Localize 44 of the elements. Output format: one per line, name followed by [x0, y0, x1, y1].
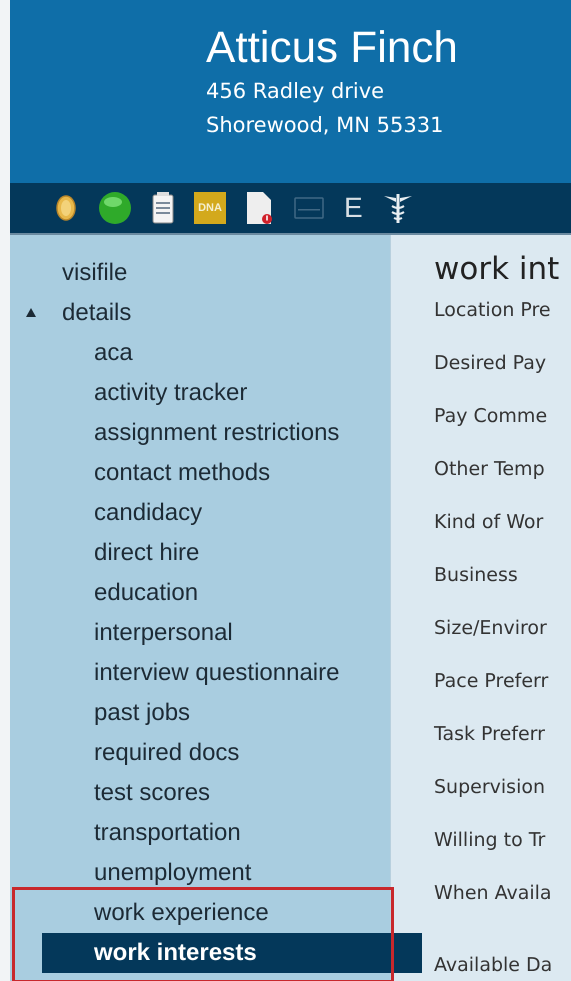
sidebar-item[interactable]: test scores: [10, 773, 390, 813]
field-label: Task Preferr: [434, 722, 546, 747]
caduceus-icon[interactable]: [382, 192, 413, 224]
sidebar-item[interactable]: assignment restrictions: [10, 413, 390, 453]
sidebar-item[interactable]: details: [10, 293, 390, 333]
letter-icon[interactable]: E: [344, 193, 363, 223]
expand-triangle-icon[interactable]: [26, 308, 36, 317]
field-label: Available Da: [434, 953, 554, 978]
field-label: Pace Preferr: [434, 669, 550, 694]
sidebar-item[interactable]: work interests: [42, 933, 422, 973]
field-label: Kind of Wor: [434, 510, 544, 535]
sidebar-item[interactable]: work experience: [10, 893, 390, 933]
sidebar-item[interactable]: contact methods: [10, 453, 390, 493]
field-label: Desired Pay: [434, 351, 548, 376]
sidebar-item[interactable]: past jobs: [10, 693, 390, 733]
sidebar-item[interactable]: required docs: [10, 733, 390, 773]
sidebar-item[interactable]: interview questionnaire: [10, 653, 390, 693]
sidebar-item[interactable]: activity tracker: [10, 373, 390, 413]
sidebar-item[interactable]: unemployment: [10, 853, 390, 893]
item-label: details: [62, 299, 132, 327]
coin-icon[interactable]: [56, 194, 78, 222]
field-label: Business: [434, 563, 519, 588]
field-label: Supervision: [434, 775, 546, 800]
field-label: When Availa: [434, 881, 553, 906]
field-label: Other Temp: [434, 457, 546, 482]
notepad-icon[interactable]: [152, 192, 174, 224]
item-label: visifile: [62, 259, 128, 287]
sidebar-item[interactable]: visifile: [10, 253, 390, 293]
contact-name: Atticus Finch: [206, 22, 459, 74]
sidebar-item[interactable]: transportation: [10, 813, 390, 853]
address-line: 456 Radley drive: [206, 78, 386, 105]
section-title: work int: [434, 250, 560, 289]
field-label: Willing to Tr: [434, 828, 546, 853]
sidebar-item[interactable]: education: [10, 573, 390, 613]
sidebar-item[interactable]: aca: [10, 333, 390, 373]
address-line: Shorewood, MN 55331: [206, 112, 444, 139]
status-light-icon[interactable]: [98, 191, 132, 225]
field-label: Pay Comme: [434, 404, 548, 429]
sidebar-item[interactable]: candidacy: [10, 493, 390, 533]
sidebar-item[interactable]: interpersonal: [10, 613, 390, 653]
sidebar-item[interactable]: direct hire: [10, 533, 390, 573]
document-alert-icon[interactable]: [246, 191, 274, 225]
field-label: Size/Enviror: [434, 616, 548, 641]
field-label: Location Pre: [434, 298, 552, 323]
